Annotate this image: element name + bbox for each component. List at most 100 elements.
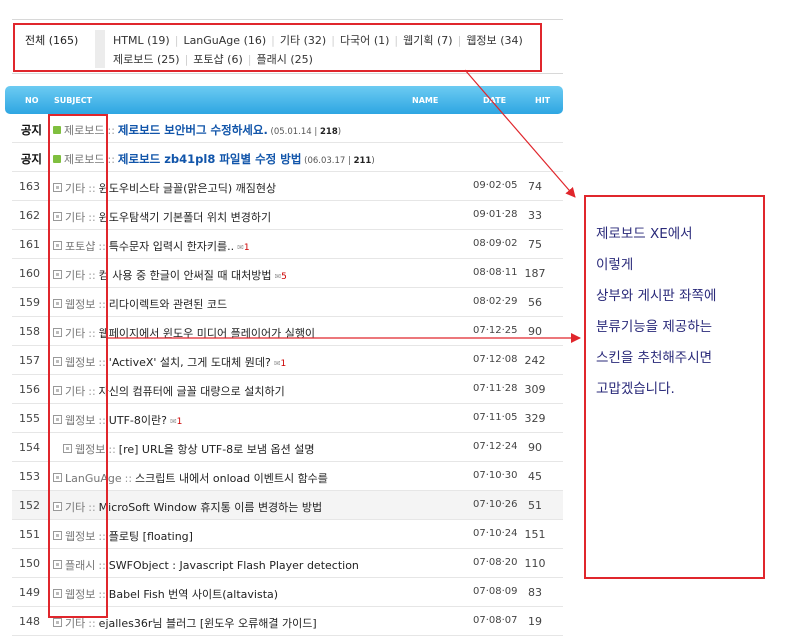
notice-label: 공지 xyxy=(20,152,42,166)
comment-count-value: 1 xyxy=(280,359,287,369)
row-subject: 기타:: 윈도우탐색기 기본폴더 위치 변경하기 xyxy=(53,209,473,225)
category-item-count: (19) xyxy=(147,34,170,47)
row-subject: 웹정보:: Babel Fish 번역 사이트(altavista) xyxy=(53,586,473,602)
post-icon xyxy=(53,618,62,627)
category-item[interactable]: 플래시 (25) xyxy=(256,53,312,66)
row-subject: 포토샵:: 특수문자 입력시 한자키를.. ✉1 xyxy=(53,238,473,254)
comment-icon: ✉ xyxy=(169,417,177,426)
row-title[interactable]: UTF-8이란? xyxy=(109,414,167,427)
row-title[interactable]: MicroSoft Window 휴지통 이름 변경하는 방법 xyxy=(99,501,322,514)
category-item[interactable]: HTML (19) | xyxy=(113,34,183,47)
category-item-count: (34) xyxy=(500,34,523,47)
row-title[interactable]: 특수문자 입력시 한자키를.. xyxy=(109,240,234,253)
row-title[interactable]: [re] URL을 항상 UTF-8로 보냄 옵션 설명 xyxy=(119,443,315,456)
category-item-count: (6) xyxy=(227,53,243,66)
row-title[interactable]: 웹페이지에서 윈도우 미디어 플레이어가 실행이 xyxy=(99,327,315,340)
header-subject: SUBJECT xyxy=(54,96,93,105)
row-title[interactable]: 제로보드 zb41pl8 파일별 수정 방법 xyxy=(118,152,302,166)
row-title[interactable]: 제로보드 보안버그 수정하세요. xyxy=(118,123,268,137)
row-number: 163 xyxy=(19,180,40,193)
category-all[interactable]: 전체 (165) xyxy=(25,32,78,48)
row-subject: 기타:: 자신의 컴퓨터에 글꼴 대량으로 설치하기 xyxy=(53,383,473,399)
comment-count[interactable]: ✉1 xyxy=(170,417,182,427)
row-title[interactable]: 'ActiveX' 설치, 그게 도대체 뭔데? xyxy=(109,356,271,369)
row-hits: 151 xyxy=(524,528,546,541)
row-date: 07·11·28 xyxy=(473,383,518,394)
row-title[interactable]: 스크립트 내에서 onload 이벤트시 함수를 xyxy=(135,472,328,485)
row-hits: 33 xyxy=(528,209,542,222)
row-subject: 기타:: 윈도우비스타 글꼴(맑은고딕) 깨짐현상 xyxy=(53,180,473,196)
category-item-count: (25) xyxy=(156,53,180,66)
row-date: 07·10·30 xyxy=(473,470,518,481)
row-title[interactable]: 자신의 컴퓨터에 글꼴 대량으로 설치하기 xyxy=(99,385,285,398)
notice-hits: 218 xyxy=(320,127,338,137)
comment-count-value: 1 xyxy=(176,417,183,427)
row-subject: LanGuAge:: 스크립트 내에서 onload 이벤트시 함수를 xyxy=(53,470,473,486)
row-date: 07·12·08 xyxy=(473,354,518,365)
category-item[interactable]: 제로보드 (25) | xyxy=(113,53,193,66)
annotation-line: 상부와 게시판 좌쪽에 xyxy=(596,288,717,304)
row-hits: 19 xyxy=(528,615,542,628)
row-hits: 329 xyxy=(524,412,546,425)
category-all-count: (165) xyxy=(48,34,79,47)
row-hits: 90 xyxy=(528,325,542,338)
category-item[interactable]: 기타 (32) | xyxy=(280,34,340,47)
row-subject: 기타:: ejalles36r님 블러그 [윈도우 오류해결 가이드] xyxy=(53,615,473,631)
annotation-line: 분류기능을 제공하는 xyxy=(596,319,713,335)
comment-icon: ✉ xyxy=(273,359,281,368)
row-title[interactable]: Babel Fish 번역 사이트(altavista) xyxy=(109,588,278,601)
category-bottom-divider xyxy=(12,73,563,74)
comment-count[interactable]: ✉1 xyxy=(237,243,249,253)
category-all-label: 전체 xyxy=(25,34,46,47)
row-hits: 90 xyxy=(528,441,542,454)
annotation-line: 고맙겠습니다. xyxy=(596,381,675,397)
category-item[interactable]: 웹기획 (7) | xyxy=(403,34,466,47)
row-number: 162 xyxy=(19,209,40,222)
row-date: 07·10·26 xyxy=(473,499,518,510)
category-item[interactable]: 다국어 (1) | xyxy=(340,34,403,47)
row-title[interactable]: ejalles36r님 블러그 [윈도우 오류해결 가이드] xyxy=(99,617,317,630)
row-date: 07·12·25 xyxy=(473,325,518,336)
row-title[interactable]: 컴 사용 중 한글이 안써질 때 대처방법 xyxy=(99,269,272,282)
category-item[interactable]: 포토샵 (6) | xyxy=(193,53,256,66)
row-date: 07·08·09 xyxy=(473,586,518,597)
category-item-label: 다국어 xyxy=(339,34,371,47)
row-title[interactable]: 윈도우비스타 글꼴(맑은고딕) 깨짐현상 xyxy=(99,182,277,195)
annotation-text: 제로보드 XE에서 이렇게 상부와 게시판 좌쪽에 분류기능을 제공하는 스킨을 추천해… xyxy=(596,219,766,405)
row-date: 08·02·29 xyxy=(473,296,518,307)
category-item-count: (25) xyxy=(290,53,313,66)
row-category[interactable]: 기타 xyxy=(65,617,85,630)
notice-subject: 제로보드:: 제로보드 zb41pl8 파일별 수정 방법 (06.03.17 |… xyxy=(53,151,473,167)
row-subject: 웹정보:: 'ActiveX' 설치, 그게 도대체 뭔데? ✉1 xyxy=(53,354,473,370)
board-table-header: NO SUBJECT NAME DATE HIT xyxy=(5,86,563,114)
row-subject: 웹정보:: 플로팅 [floating] xyxy=(53,528,473,544)
comment-count-value: 1 xyxy=(243,243,250,253)
category-item-count: (32) xyxy=(303,34,327,47)
row-date: 09·01·28 xyxy=(473,209,518,220)
category-item-count: (16) xyxy=(243,34,267,47)
header-name: NAME xyxy=(412,96,439,105)
category-item[interactable]: LanGuAge (16) | xyxy=(183,34,279,47)
row-title[interactable]: 리다이렉트와 관련된 코드 xyxy=(109,298,227,311)
category-item-label: 제로보드 xyxy=(113,53,154,66)
category-item[interactable]: 웹정보 (34) xyxy=(466,34,522,47)
row-hits: 309 xyxy=(524,383,546,396)
row-title[interactable]: SWFObject : Javascript Flash Player dete… xyxy=(109,559,359,572)
row-title[interactable]: 윈도우탐색기 기본폴더 위치 변경하기 xyxy=(99,211,271,224)
row-separator: :: xyxy=(107,153,115,166)
comment-count[interactable]: ✉1 xyxy=(274,359,286,369)
comment-icon: ✉ xyxy=(237,243,244,252)
annotation-line: 제로보드 XE에서 xyxy=(596,226,693,242)
notice-meta: (06.03.17 | 211) xyxy=(301,156,375,166)
row-hits: 187 xyxy=(524,267,546,280)
comment-count[interactable]: ✉5 xyxy=(274,272,286,282)
row-number: 160 xyxy=(19,267,40,280)
row-hits: 45 xyxy=(528,470,542,483)
row-number: 150 xyxy=(19,557,40,570)
row-date: 07·10·24 xyxy=(473,528,518,539)
row-hits: 110 xyxy=(524,557,546,570)
category-divider: | xyxy=(174,34,179,47)
row-hits: 51 xyxy=(528,499,542,512)
row-title[interactable]: 플로팅 [floating] xyxy=(109,530,193,543)
row-date: 07·08·07 xyxy=(473,615,518,626)
